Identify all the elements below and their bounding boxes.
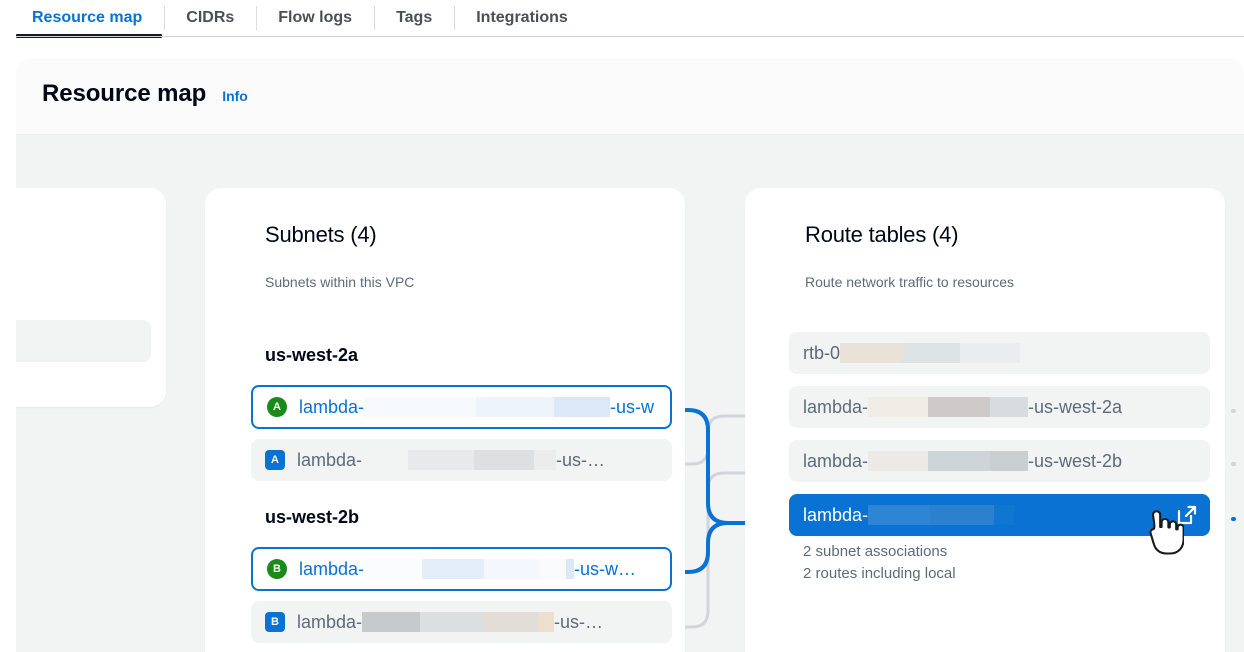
subnets-card[interactable]: Subnets (4) Subnets within this VPC us-w… bbox=[205, 188, 685, 652]
vpc-row[interactable] bbox=[16, 320, 151, 362]
tab-label: CIDRs bbox=[186, 9, 234, 27]
subnet-row-label: lambda- -us-… bbox=[297, 450, 605, 471]
vpc-card[interactable] bbox=[16, 188, 166, 407]
redacted-text bbox=[990, 451, 1028, 471]
tab-label: Flow logs bbox=[278, 9, 352, 27]
subnet-az-badge-b-blue: B bbox=[265, 612, 285, 632]
route-table-row-selected[interactable]: lambda- bbox=[789, 494, 1210, 536]
az-label-us-west-2b: us-west-2b bbox=[265, 507, 359, 528]
redacted-text bbox=[928, 397, 990, 417]
redacted-text bbox=[840, 343, 902, 363]
redacted-text bbox=[566, 559, 574, 579]
redacted-text bbox=[362, 612, 420, 632]
page-title: Resource map bbox=[42, 80, 206, 108]
tab-bar: Resource map CIDRs Flow logs Tags Integr… bbox=[0, 0, 1244, 38]
redacted-text bbox=[482, 612, 538, 632]
tab-resource-map[interactable]: Resource map bbox=[0, 0, 164, 36]
redacted-text bbox=[994, 505, 1014, 525]
route-tables-title: Route tables (4) bbox=[805, 222, 958, 248]
route-tables-card[interactable]: Route tables (4) Route network traffic t… bbox=[745, 188, 1225, 652]
tab-label: Integrations bbox=[476, 9, 568, 27]
tab-cidrs[interactable]: CIDRs bbox=[164, 0, 256, 36]
tab-label: Tags bbox=[396, 9, 432, 27]
subnet-az-badge-b-green: B bbox=[267, 559, 287, 579]
redacted-text bbox=[960, 343, 1020, 363]
resource-map-page: Resource map CIDRs Flow logs Tags Integr… bbox=[0, 0, 1244, 652]
subnets-title: Subnets (4) bbox=[265, 222, 377, 248]
resource-map-canvas[interactable]: Subnets (4) Subnets within this VPC us-w… bbox=[16, 135, 1244, 652]
subnet-row-a-second[interactable]: A lambda- -us-… bbox=[251, 439, 672, 481]
redacted-text bbox=[420, 612, 482, 632]
redacted-text bbox=[868, 451, 928, 471]
route-table-row-2a[interactable]: lambda- -us-west-2a bbox=[789, 386, 1210, 428]
redacted-text bbox=[868, 505, 930, 525]
route-table-meta-subnet-associations: 2 subnet associations bbox=[803, 541, 947, 563]
redacted-text bbox=[928, 451, 990, 471]
redacted-text bbox=[474, 450, 534, 470]
subnet-row-a-selected[interactable]: A lambda- -us-w… bbox=[251, 385, 672, 429]
redacted-text bbox=[422, 559, 484, 579]
redacted-text bbox=[990, 397, 1028, 417]
subnets-subtitle: Subnets within this VPC bbox=[265, 274, 414, 290]
info-link[interactable]: Info bbox=[222, 88, 248, 104]
tab-integrations[interactable]: Integrations bbox=[454, 0, 590, 36]
subnet-row-label: lambda- -us-w… bbox=[299, 397, 656, 418]
redacted-text bbox=[868, 397, 928, 417]
tab-bar-divider bbox=[16, 36, 1244, 37]
subnet-row-label: lambda- -us-… bbox=[297, 612, 603, 633]
redacted-text bbox=[554, 397, 610, 417]
subnet-az-badge-a-green: A bbox=[267, 397, 287, 417]
redacted-text bbox=[364, 559, 422, 579]
redacted-text bbox=[930, 505, 994, 525]
route-table-row-label: lambda- -us-west-2a bbox=[803, 397, 1122, 418]
az-label-us-west-2a: us-west-2a bbox=[265, 345, 358, 366]
redacted-text bbox=[534, 450, 556, 470]
redacted-text bbox=[538, 612, 554, 632]
external-link-icon[interactable] bbox=[1176, 504, 1198, 526]
redacted-text bbox=[408, 450, 474, 470]
page-header: Resource map Info bbox=[16, 58, 1244, 135]
tab-label: Resource map bbox=[32, 9, 142, 27]
subnet-az-badge-a-blue: A bbox=[265, 450, 285, 470]
subnet-row-b-selected[interactable]: B lambda- -us-w… bbox=[251, 547, 672, 591]
subnet-row-b-second[interactable]: B lambda- -us-… bbox=[251, 601, 672, 643]
route-tables-subtitle: Route network traffic to resources bbox=[805, 274, 1014, 290]
route-table-row-label: rtb-0 bbox=[803, 343, 1020, 364]
route-table-row-rtb0[interactable]: rtb-0 bbox=[789, 332, 1210, 374]
route-table-row-label: lambda- bbox=[803, 505, 1014, 526]
route-table-row-label: lambda- -us-west-2b bbox=[803, 451, 1122, 472]
redacted-text bbox=[902, 343, 960, 363]
route-table-meta-routes: 2 routes including local bbox=[803, 563, 956, 585]
redacted-text bbox=[540, 559, 566, 579]
redacted-text bbox=[364, 397, 476, 417]
route-table-row-2b[interactable]: lambda- -us-west-2b bbox=[789, 440, 1210, 482]
tab-tags[interactable]: Tags bbox=[374, 0, 454, 36]
subnet-row-label: lambda- -us-w… bbox=[299, 559, 636, 580]
redacted-text bbox=[476, 397, 554, 417]
redacted-text bbox=[362, 450, 408, 470]
redacted-text bbox=[484, 559, 540, 579]
tab-flow-logs[interactable]: Flow logs bbox=[256, 0, 374, 36]
